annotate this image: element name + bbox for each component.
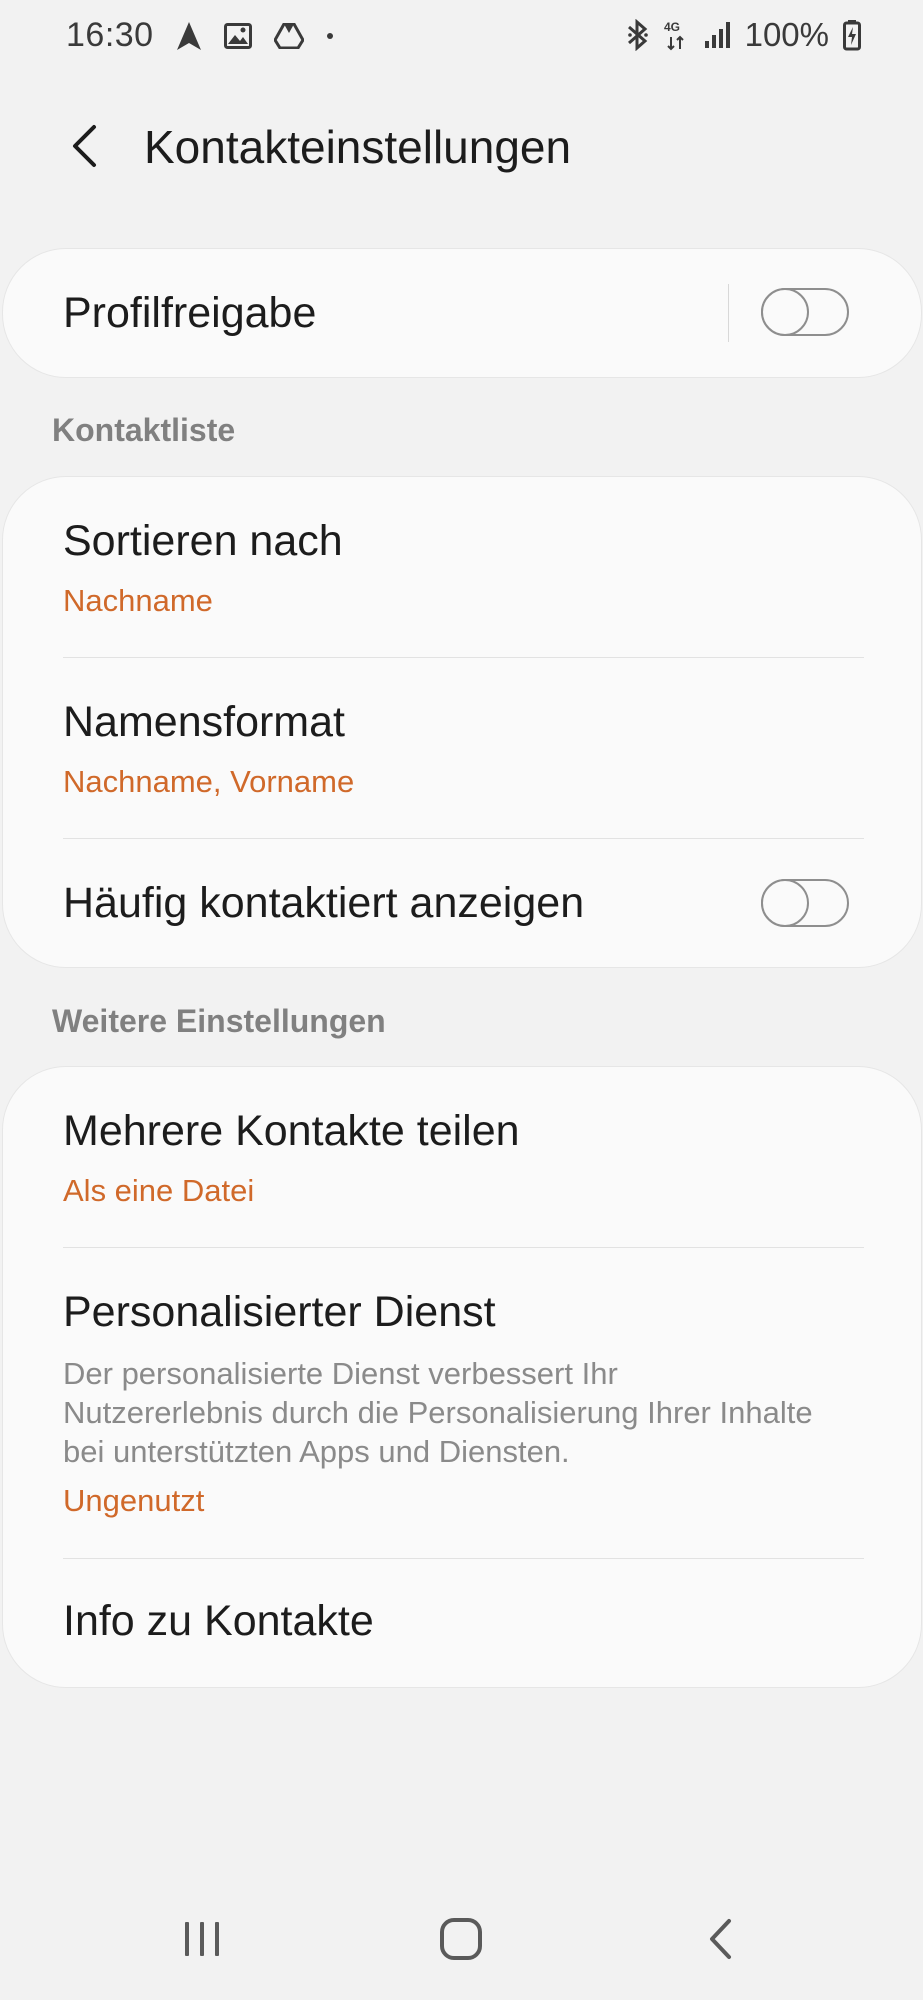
battery-charging-icon <box>843 19 861 51</box>
back-icon <box>707 1918 733 1960</box>
network-4g-icon: 4G <box>663 19 689 51</box>
sort-by-title: Sortieren nach <box>63 517 343 565</box>
list-item-name-format[interactable]: Namensformat Nachname, Vorname <box>3 658 921 838</box>
status-bar-left: 16:30 <box>66 16 334 55</box>
name-format-value: Nachname, Vorname <box>63 764 355 799</box>
app-header: Kontakteinstellungen <box>0 100 923 195</box>
list-item-personalized-service[interactable]: Personalisierter Dienst Der personalisie… <box>3 1248 921 1558</box>
signal-icon <box>703 21 731 49</box>
personalized-service-value: Ungenutzt <box>63 1483 205 1518</box>
drive-icon <box>273 22 304 49</box>
profile-sharing-toggle[interactable] <box>761 288 849 336</box>
status-bar-right: 4G 100% <box>627 16 861 54</box>
recents-icon <box>182 1920 222 1958</box>
toggle-knob <box>761 879 809 927</box>
home-icon <box>439 1917 483 1961</box>
frequently-contacted-toggle[interactable] <box>761 879 849 927</box>
name-format-title: Namensformat <box>63 698 345 746</box>
network-type-label: 4G <box>664 20 680 34</box>
navigation-icon <box>176 21 202 51</box>
section-heading-more-settings: Weitere Einstellungen <box>52 1003 386 1039</box>
nav-back-button[interactable] <box>680 1904 760 1974</box>
personalized-service-description: Der personalisierte Dienst verbessert Ih… <box>63 1356 813 1469</box>
toggle-knob <box>761 288 809 336</box>
gallery-icon <box>223 22 252 49</box>
home-button[interactable] <box>421 1904 501 1974</box>
about-contacts-title: Info zu Kontakte <box>63 1597 374 1645</box>
contact-list-card: Sortieren nach Nachname Namensformat Nac… <box>2 476 922 968</box>
profile-sharing-card[interactable]: Profilfreigabe <box>2 248 922 378</box>
list-item-frequently-contacted[interactable]: Häufig kontaktiert anzeigen <box>3 839 921 967</box>
sort-by-value: Nachname <box>63 583 213 618</box>
status-bar: 16:30 4G 100% <box>0 0 923 76</box>
more-settings-card: Mehrere Kontakte teilen Als eine Datei P… <box>2 1066 922 1688</box>
chevron-left-icon <box>70 124 98 168</box>
page-title: Kontakteinstellungen <box>144 121 572 173</box>
list-item-share-multiple[interactable]: Mehrere Kontakte teilen Als eine Datei <box>3 1067 921 1247</box>
section-heading-contact-list: Kontaktliste <box>52 412 236 448</box>
personalized-service-title: Personalisierter Dienst <box>63 1288 496 1336</box>
frequently-contacted-title: Häufig kontaktiert anzeigen <box>63 879 585 927</box>
dot-icon <box>326 32 334 40</box>
back-button[interactable] <box>56 118 112 174</box>
bluetooth-icon <box>627 19 649 51</box>
vertical-divider <box>728 284 729 342</box>
list-item-about-contacts[interactable]: Info zu Kontakte <box>3 1559 921 1687</box>
status-time: 16:30 <box>66 16 154 54</box>
recents-button[interactable] <box>162 1904 242 1974</box>
share-multiple-value: Als eine Datei <box>63 1173 255 1208</box>
list-item-sort-by[interactable]: Sortieren nach Nachname <box>3 477 921 657</box>
profile-sharing-label: Profilfreigabe <box>63 289 317 337</box>
battery-percent: 100% <box>744 16 829 53</box>
share-multiple-title: Mehrere Kontakte teilen <box>63 1107 520 1155</box>
navigation-bar <box>0 1890 923 1990</box>
